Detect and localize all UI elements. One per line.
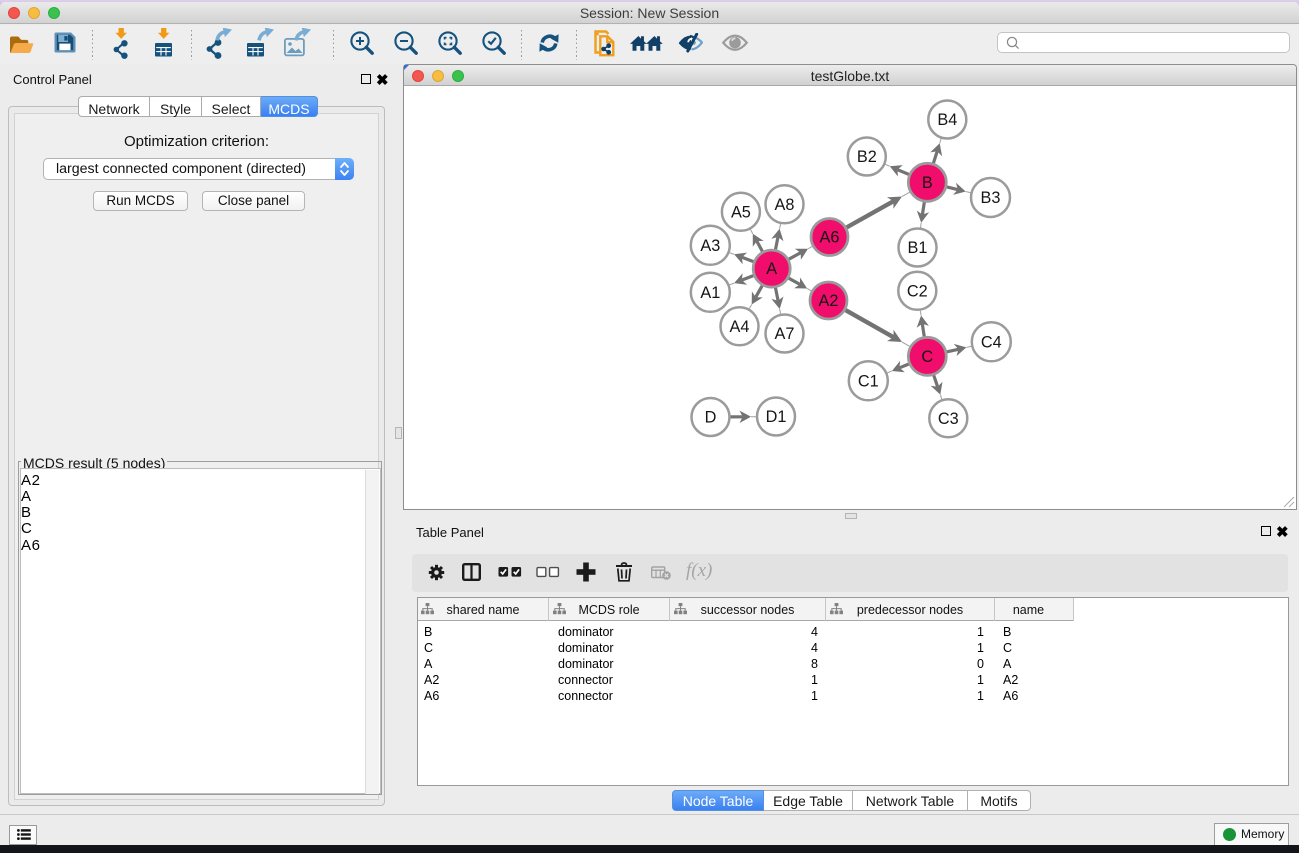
svg-text:B2: B2 [857,148,877,166]
svg-text:C: C [921,348,933,366]
svg-text:B: B [922,174,933,192]
svg-text:A: A [766,260,777,278]
svg-text:B1: B1 [908,239,928,257]
svg-text:A1: A1 [700,284,720,302]
svg-text:B4: B4 [937,111,957,129]
svg-text:A5: A5 [731,203,751,221]
svg-text:A3: A3 [700,237,720,255]
svg-text:A2: A2 [819,292,839,310]
svg-text:C1: C1 [858,372,879,390]
svg-text:C3: C3 [938,410,959,428]
svg-text:A4: A4 [730,318,750,336]
svg-text:B3: B3 [981,189,1001,207]
svg-text:D: D [705,409,717,427]
svg-text:C4: C4 [981,333,1002,351]
svg-text:D1: D1 [766,408,787,426]
svg-text:C2: C2 [907,282,928,300]
svg-text:A8: A8 [775,196,795,214]
svg-text:A7: A7 [775,325,795,343]
svg-text:A6: A6 [820,229,840,247]
